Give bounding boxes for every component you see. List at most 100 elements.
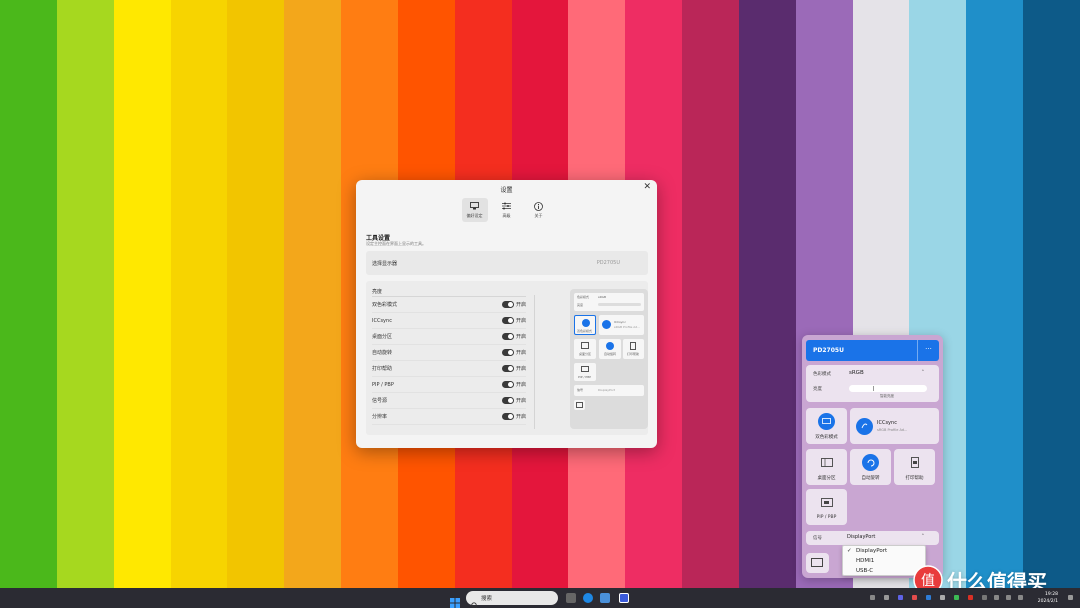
tool-name: 桌面分区 bbox=[372, 334, 393, 340]
toggle-switch[interactable] bbox=[501, 349, 514, 356]
tray-icon[interactable] bbox=[968, 595, 973, 600]
tile-partition[interactable]: 桌面分区 bbox=[806, 449, 847, 485]
wallpaper-stripe bbox=[284, 0, 343, 588]
edge-icon[interactable] bbox=[583, 593, 593, 603]
tab-label: 关于 bbox=[534, 212, 543, 218]
signal-label: 信号 bbox=[813, 536, 822, 541]
tile-resolution[interactable] bbox=[806, 553, 829, 573]
color-mode-select[interactable]: sRGB bbox=[849, 370, 864, 376]
checkmark-icon: ✓ bbox=[847, 548, 852, 554]
battery-icon[interactable] bbox=[1018, 595, 1023, 600]
windows-start-icon[interactable] bbox=[450, 593, 460, 608]
toggle-state: 开启 bbox=[515, 318, 526, 324]
taskbar: 搜索 19:28 2024/2/1 bbox=[0, 588, 1080, 608]
toggle-switch[interactable] bbox=[501, 365, 514, 372]
chevron-updown-icon: ⌃ bbox=[921, 370, 925, 375]
preview-label: 色彩模式 bbox=[577, 295, 590, 299]
tool-name: 分辨率 bbox=[372, 414, 388, 420]
monitor-select[interactable]: 选择显示器 PD2705U bbox=[366, 251, 648, 275]
toggle-state: 开启 bbox=[515, 334, 526, 340]
preview-tile-label: PIP / PBP bbox=[578, 375, 592, 379]
more-button[interactable]: ··· bbox=[917, 340, 939, 361]
preview-icon bbox=[630, 342, 636, 350]
tile-iccsync[interactable]: ICCsync sRGB Profile Ad... bbox=[850, 408, 939, 444]
display-control-flyout: PD2705U ··· 色彩模式 sRGB ⌃ 亮度 智能亮度 双色彩模式 IC… bbox=[802, 335, 943, 578]
tool-toggle[interactable]: 开启 bbox=[501, 397, 526, 404]
tool-toggle[interactable]: 开启 bbox=[501, 301, 526, 308]
tile-pip[interactable]: PIP / PBP bbox=[806, 489, 847, 525]
tool-row: PIP / PBP 开启 bbox=[372, 377, 526, 393]
taskbar-search[interactable]: 搜索 bbox=[466, 591, 558, 608]
signal-select[interactable]: DisplayPort bbox=[847, 534, 875, 540]
tools-panel: 亮度 双色彩模式 开启 ICCsync 开启 桌面分区 开启 自动旋转 开启 打印帮助 开启 PIP… bbox=[366, 281, 648, 435]
taskbar-clock[interactable]: 19:28 2024/2/1 bbox=[1038, 591, 1058, 605]
toggle-switch[interactable] bbox=[501, 301, 514, 308]
tray-icon[interactable] bbox=[954, 595, 959, 600]
toggle-switch[interactable] bbox=[501, 397, 514, 404]
tool-toggle[interactable]: 开启 bbox=[501, 381, 526, 388]
wallpaper-stripe bbox=[738, 0, 797, 588]
iccsync-icon bbox=[856, 418, 873, 435]
sliders-icon bbox=[502, 202, 511, 211]
preview-icon bbox=[581, 366, 589, 372]
tile-label: 自动旋转 bbox=[861, 476, 880, 481]
mail-icon[interactable] bbox=[600, 593, 610, 603]
toggle-switch[interactable] bbox=[501, 317, 514, 324]
tray-icon[interactable] bbox=[940, 595, 945, 600]
tool-name: 打印帮助 bbox=[372, 366, 393, 372]
tray-icon[interactable] bbox=[912, 595, 917, 600]
tool-toggle[interactable]: 开启 bbox=[501, 317, 526, 324]
tab-about[interactable]: 关于 bbox=[526, 198, 552, 222]
toggle-switch[interactable] bbox=[501, 381, 514, 388]
tray-icon[interactable] bbox=[982, 595, 987, 600]
tray-icon[interactable] bbox=[898, 595, 903, 600]
close-icon[interactable]: ✕ bbox=[643, 182, 651, 192]
preview-tile-label: 自动旋转 bbox=[604, 352, 617, 356]
info-icon bbox=[534, 201, 543, 211]
brightness-sub: 智能亮度 bbox=[880, 394, 894, 398]
wifi-icon[interactable] bbox=[994, 595, 999, 600]
tool-row: 信号源 开启 bbox=[372, 393, 526, 409]
task-view-icon[interactable] bbox=[566, 593, 576, 603]
search-icon bbox=[471, 594, 478, 608]
color-mode-label: 色彩模式 bbox=[813, 372, 831, 377]
search-placeholder: 搜索 bbox=[481, 596, 493, 602]
tool-row: 打印帮助 开启 bbox=[372, 361, 526, 377]
iccsync-sub: sRGB Profile Ad... bbox=[877, 428, 908, 432]
slider-thumb[interactable] bbox=[873, 386, 874, 391]
tab-preferences[interactable]: 偏好设定 bbox=[461, 198, 488, 222]
tray-icon[interactable] bbox=[884, 595, 889, 600]
tile-rotate[interactable]: 自动旋转 bbox=[850, 449, 891, 485]
notification-icon[interactable] bbox=[1068, 595, 1073, 600]
wallpaper-stripe bbox=[0, 0, 58, 588]
brightness-slider[interactable] bbox=[849, 385, 927, 392]
tool-row: 自动旋转 开启 bbox=[372, 345, 526, 361]
toggle-state: 开启 bbox=[515, 302, 526, 308]
chevron-updown-icon: ⌃ bbox=[921, 534, 925, 539]
tab-advanced[interactable]: 高级 bbox=[494, 198, 520, 222]
signal-option[interactable]: HDMI1 bbox=[856, 558, 874, 564]
preview-label: 亮度 bbox=[577, 303, 584, 307]
settings-tabs: 偏好设定 高级 关于 bbox=[356, 198, 657, 222]
tray-icon[interactable] bbox=[926, 595, 931, 600]
wallpaper-stripe bbox=[227, 0, 286, 588]
preview-resolution bbox=[574, 400, 585, 410]
preview-tile-label: ICCsync bbox=[614, 320, 626, 324]
resolution-icon bbox=[811, 558, 823, 567]
tool-row: 桌面分区 开启 bbox=[372, 329, 526, 345]
volume-icon[interactable] bbox=[1006, 595, 1011, 600]
tile-dual-color[interactable]: 双色彩模式 bbox=[806, 408, 847, 444]
tray-icon[interactable] bbox=[870, 595, 875, 600]
rotate-icon bbox=[862, 454, 879, 471]
signal-option[interactable]: USB-C bbox=[856, 568, 873, 574]
display-app-icon[interactable] bbox=[619, 593, 629, 603]
toggle-switch[interactable] bbox=[501, 413, 514, 420]
tile-print-help[interactable]: 打印帮助 bbox=[894, 449, 935, 485]
signal-option[interactable]: DisplayPort bbox=[856, 548, 887, 554]
tool-toggle[interactable]: 开启 bbox=[501, 349, 526, 356]
tool-toggle[interactable]: 开启 bbox=[501, 365, 526, 372]
tool-toggle[interactable]: 开启 bbox=[501, 413, 526, 420]
toggle-switch[interactable] bbox=[501, 333, 514, 340]
tool-toggle[interactable]: 开启 bbox=[501, 333, 526, 340]
tile-label: PIP / PBP bbox=[816, 515, 837, 520]
